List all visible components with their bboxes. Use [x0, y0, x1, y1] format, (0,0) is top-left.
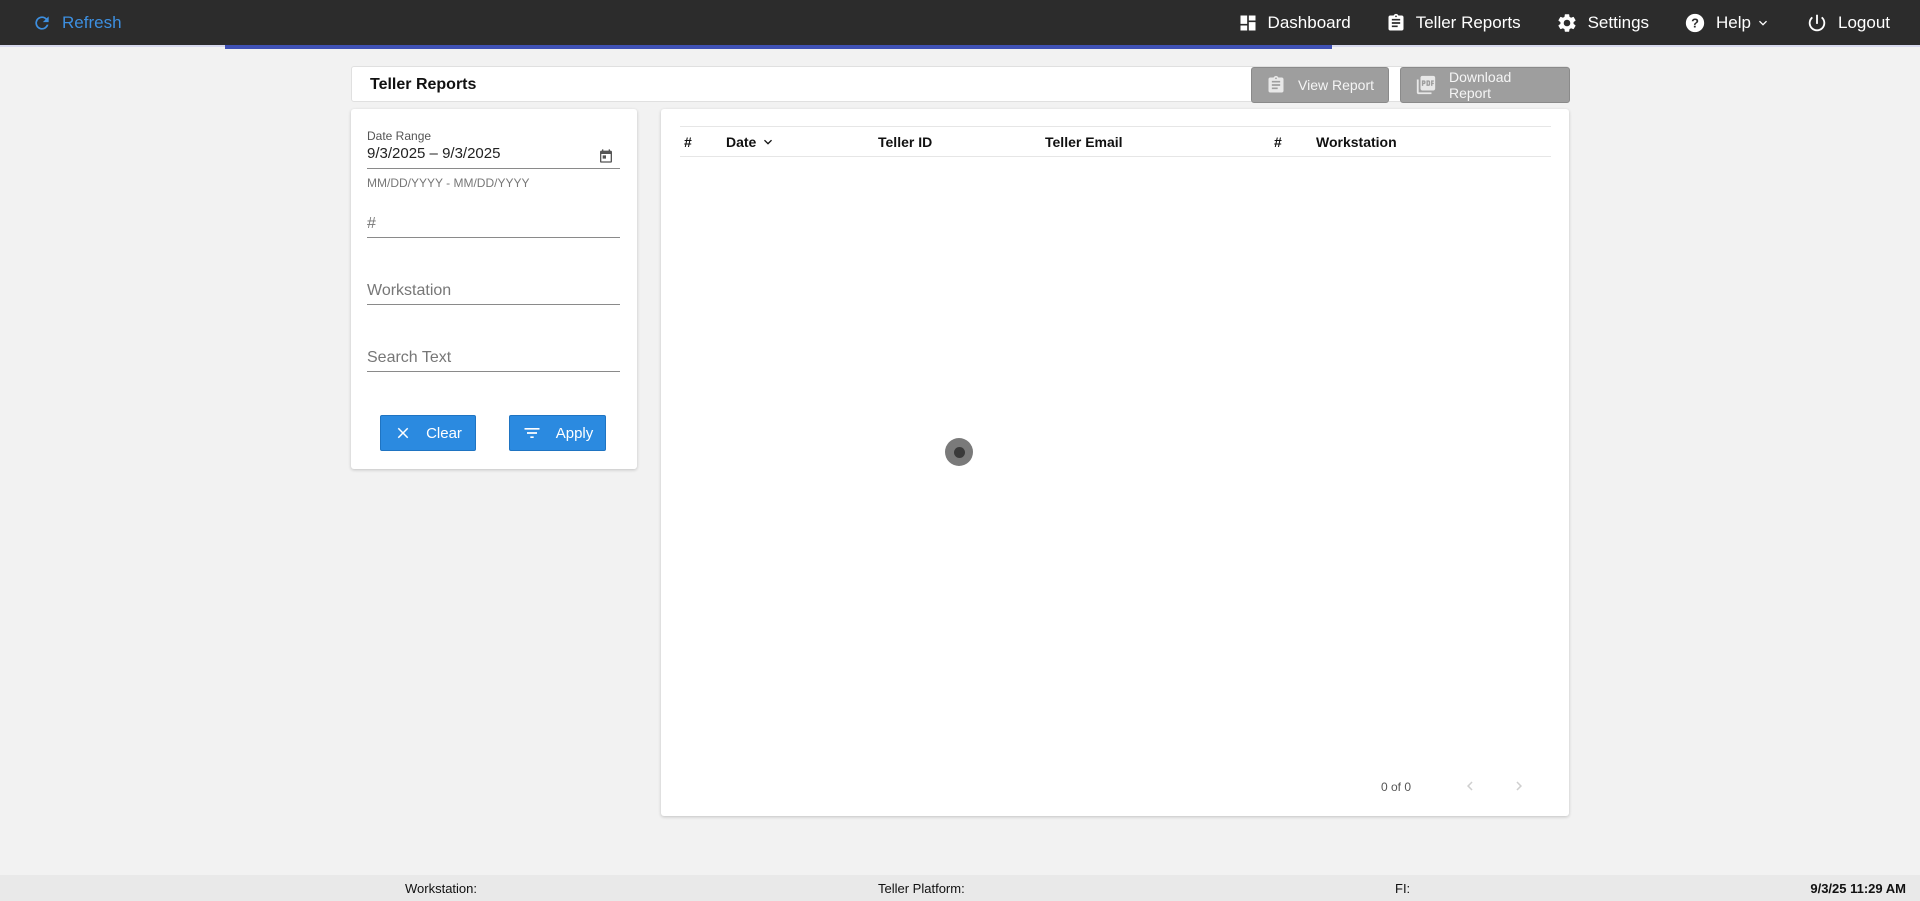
footer-timestamp: 9/3/25 11:29 AM	[1810, 881, 1906, 896]
page-header: Teller Reports View Report Download Repo…	[351, 66, 1570, 103]
refresh-button[interactable]: Refresh	[32, 0, 122, 45]
chevron-down-icon	[1755, 15, 1771, 31]
column-header-teller-email[interactable]: Teller Email	[1045, 134, 1123, 150]
previous-page-button[interactable]	[1457, 773, 1483, 799]
power-icon	[1806, 12, 1828, 34]
clipboard-icon	[1266, 75, 1286, 95]
results-table-card: # Date Teller ID Teller Email # Workstat…	[661, 109, 1569, 816]
page-title: Teller Reports	[370, 76, 477, 93]
close-icon	[394, 424, 412, 442]
column-header-teller-id-label: Teller ID	[878, 134, 933, 150]
column-header-number-label: #	[684, 134, 692, 150]
apply-label: Apply	[555, 424, 594, 442]
column-header-date-label: Date	[726, 134, 757, 150]
status-footer: Workstation: Teller Platform: FI: 9/3/25…	[0, 875, 1920, 901]
refresh-icon	[32, 13, 52, 33]
view-report-label: View Report	[1298, 77, 1375, 93]
nav-teller-reports-label: Teller Reports	[1415, 12, 1521, 32]
date-range-field[interactable]: Date Range 9/3/2025 – 9/3/2025	[367, 129, 620, 169]
chevron-right-icon	[1510, 777, 1528, 795]
date-format-hint: MM/DD/YYYY - MM/DD/YYYY	[367, 176, 530, 190]
sort-desc-icon	[760, 134, 776, 150]
nav-help[interactable]: ? Help	[1684, 12, 1771, 34]
date-range-value: 9/3/2025 – 9/3/2025	[367, 145, 501, 162]
column-header-date[interactable]: Date	[726, 134, 776, 150]
nav-help-label: Help	[1716, 12, 1751, 32]
filter-icon	[522, 423, 542, 443]
gear-icon	[1556, 12, 1578, 34]
chevron-left-icon	[1461, 777, 1479, 795]
next-page-button[interactable]	[1506, 773, 1532, 799]
table-header: # Date Teller ID Teller Email # Workstat…	[680, 126, 1551, 157]
column-header-number[interactable]: #	[684, 134, 692, 150]
nav-settings[interactable]: Settings	[1556, 12, 1649, 34]
search-text-input[interactable]	[367, 344, 620, 372]
nav-logout[interactable]: Logout	[1806, 12, 1890, 34]
column-header-teller-email-label: Teller Email	[1045, 134, 1123, 150]
loading-spinner-dot	[953, 446, 965, 458]
column-header-workstation-label: Workstation	[1316, 134, 1397, 150]
footer-teller-platform: Teller Platform:	[878, 881, 965, 896]
footer-fi: FI:	[1395, 881, 1411, 896]
main-nav: Dashboard Teller Reports Settings ? Help	[1238, 0, 1920, 45]
column-header-number-2-label: #	[1274, 134, 1282, 150]
workstation-input[interactable]	[367, 277, 620, 305]
nav-dashboard[interactable]: Dashboard	[1238, 13, 1351, 33]
calendar-icon[interactable]	[598, 148, 614, 164]
pagination-range: 0 of 0	[1381, 780, 1412, 794]
date-range-label: Date Range	[367, 129, 432, 143]
filter-panel: Date Range 9/3/2025 – 9/3/2025 MM/DD/YYY…	[351, 109, 637, 469]
column-header-number-2[interactable]: #	[1274, 134, 1282, 150]
apply-button[interactable]: Apply	[509, 415, 606, 451]
download-report-button[interactable]: Download Report	[1400, 67, 1570, 103]
view-report-button[interactable]: View Report	[1251, 67, 1389, 103]
loading-progress-bar	[225, 45, 1332, 49]
nav-logout-label: Logout	[1838, 12, 1890, 32]
footer-workstation: Workstation:	[405, 881, 478, 896]
clipboard-icon	[1386, 13, 1406, 33]
nav-settings-label: Settings	[1587, 12, 1650, 32]
clear-button[interactable]: Clear	[380, 415, 476, 451]
column-header-teller-id[interactable]: Teller ID	[878, 134, 932, 150]
clear-label: Clear	[426, 424, 462, 442]
pdf-icon	[1415, 74, 1437, 96]
dashboard-icon	[1238, 13, 1258, 33]
column-header-workstation[interactable]: Workstation	[1316, 134, 1397, 150]
nav-teller-reports[interactable]: Teller Reports	[1386, 13, 1521, 33]
number-input[interactable]	[367, 210, 620, 238]
refresh-label: Refresh	[62, 12, 122, 32]
top-nav-bar: Refresh Dashboard Teller Reports Setting…	[0, 0, 1920, 45]
loading-spinner	[945, 438, 973, 466]
download-report-label: Download Report	[1449, 69, 1512, 101]
help-icon: ?	[1684, 12, 1706, 34]
svg-text:?: ?	[1691, 15, 1699, 30]
nav-dashboard-label: Dashboard	[1267, 12, 1351, 32]
